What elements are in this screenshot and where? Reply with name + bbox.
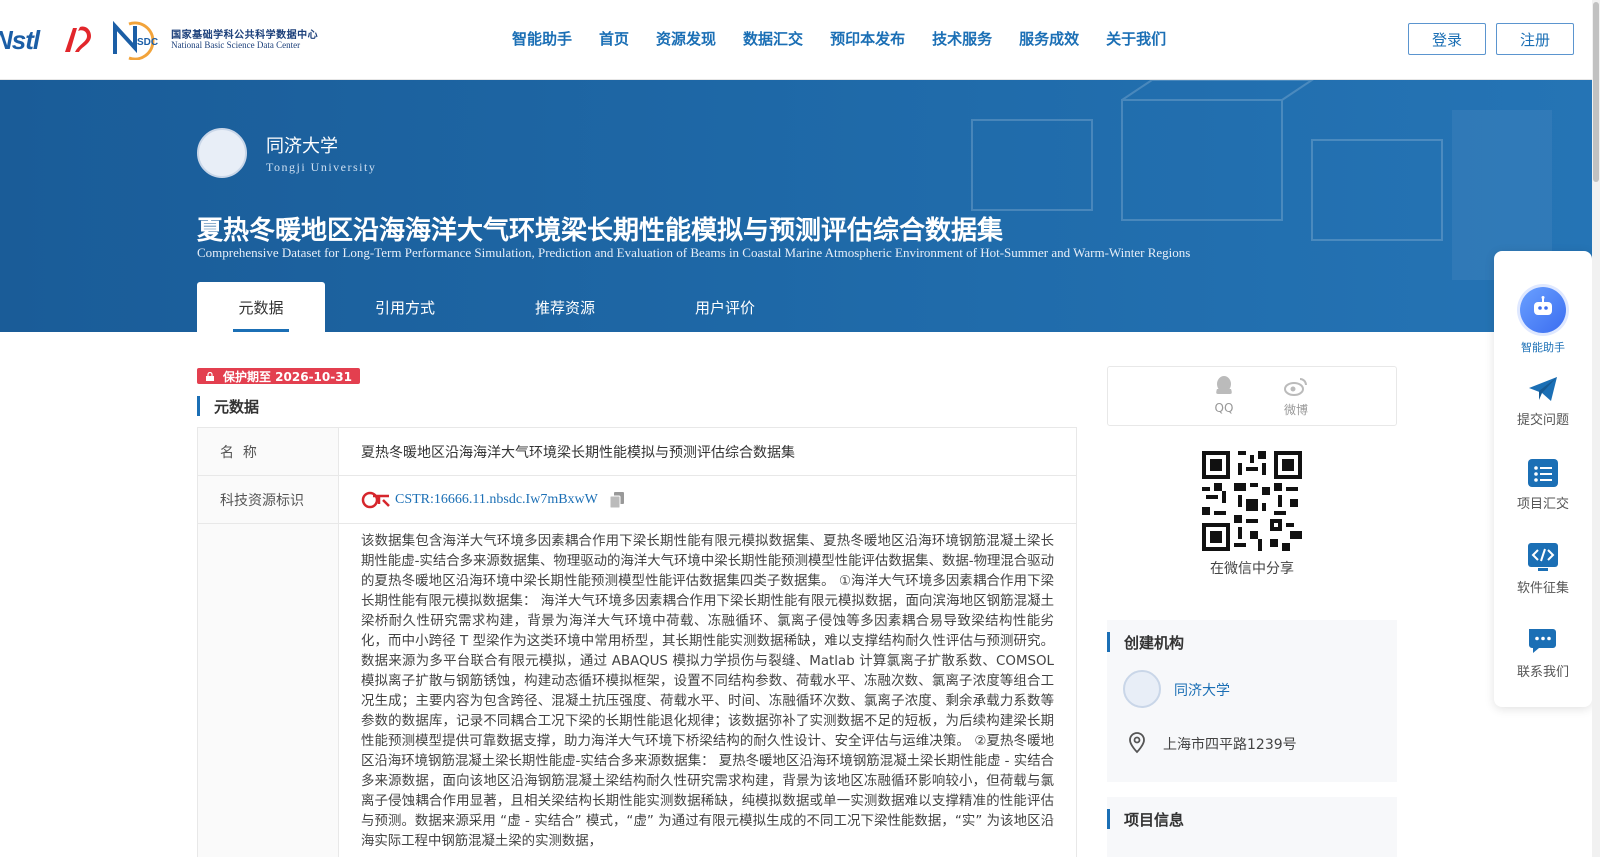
table-row: 科技资源标识 CSTR:16666.11.nbsdc.Iw7mBxwW: [198, 476, 1076, 524]
chat-icon: [1529, 629, 1556, 653]
dataset-title: 夏热冬暖地区沿海海洋大气环境梁长期性能模拟与预测评估综合数据集: [197, 216, 1004, 246]
metadata-section-title: 元数据: [197, 396, 259, 416]
banner-decoration: [971, 80, 1552, 280]
nav-ai-assistant[interactable]: 智能助手: [512, 28, 572, 49]
nsdc-cn-name: 国家基础学科公共科学数据中心: [171, 29, 319, 41]
university-name: 同济大学: [266, 136, 338, 157]
name-key: 名 称: [198, 428, 339, 475]
cstr-logo-icon: [361, 491, 390, 508]
tongji-seal-logo: [197, 128, 247, 178]
main-nav: 智能助手 首页 资源发现 数据汇交 预印本发布 技术服务 服务成效 关于我们: [512, 28, 1193, 49]
org-address: 上海市四平路1239号: [1163, 737, 1297, 753]
share-qq-button[interactable]: QQ: [1204, 375, 1244, 415]
login-button[interactable]: 登录: [1408, 23, 1486, 55]
tab-citation[interactable]: 引用方式: [325, 282, 485, 332]
register-button[interactable]: 注册: [1496, 23, 1574, 55]
creator-org-title: 创建机构: [1107, 632, 1184, 652]
floating-tool-panel: 智能助手 提交问题 项目汇交 软件征集 联系我们: [1494, 251, 1592, 707]
paper-plane-icon: [1529, 377, 1557, 401]
share-box: QQ 微博: [1107, 366, 1397, 426]
share-weibo-label: 微博: [1283, 403, 1308, 417]
list-icon: [1528, 459, 1558, 487]
float-contact-us[interactable]: 联系我们: [1494, 627, 1592, 680]
nav-preprint[interactable]: 预印本发布: [830, 28, 905, 49]
float-project-label: 项目汇交: [1516, 497, 1569, 512]
float-project-submission[interactable]: 项目汇交: [1494, 459, 1592, 512]
share-weibo-button[interactable]: 微博: [1276, 375, 1316, 418]
cstr-link[interactable]: CSTR:16666.11.nbsdc.Iw7mBxwW: [395, 492, 598, 508]
weibo-icon: [1284, 378, 1307, 396]
scrollbar-thumb[interactable]: [1593, 2, 1599, 182]
code-icon: [1528, 543, 1558, 571]
float-software-call[interactable]: 软件征集: [1494, 543, 1592, 596]
nav-home[interactable]: 首页: [599, 28, 629, 49]
nsdc-en-name: National Basic Science Data Center: [171, 39, 301, 50]
top-header: Nstl SDC 国家基础学科公共科学数据中心 National Basic S…: [0, 0, 1600, 80]
wechat-share-caption: 在微信中分享: [1210, 561, 1294, 577]
tab-recommended[interactable]: 推荐资源: [485, 282, 645, 332]
share-qq-label: QQ: [1214, 401, 1234, 415]
logo-group: Nstl SDC 国家基础学科公共科学数据中心 National Basic S…: [0, 18, 318, 62]
project-info-card: 项目信息: [1107, 797, 1397, 857]
red-institution-logo[interactable]: [57, 22, 93, 58]
university-name-en: Tongji University: [266, 160, 377, 174]
cstr-key: 科技资源标识: [198, 476, 339, 523]
robot-icon: [1520, 287, 1566, 333]
protection-period-text: 保护期至 2026-10-31: [223, 369, 352, 384]
tab-reviews[interactable]: 用户评价: [645, 282, 805, 332]
table-row: 名 称 夏热冬暖地区沿海海洋大气环境梁长期性能模拟与预测评估综合数据集: [198, 428, 1076, 476]
description-value: 该数据集包含海洋大气环境多因素耦合作用下梁长期性能有限元模拟数据集、夏热冬暖地区…: [361, 534, 1054, 849]
project-info-title: 项目信息: [1107, 809, 1184, 829]
description-key: [198, 524, 339, 857]
metadata-table: 名 称 夏热冬暖地区沿海海洋大气环境梁长期性能模拟与预测评估综合数据集 科技资源…: [197, 427, 1077, 857]
nav-service-results[interactable]: 服务成效: [1019, 28, 1079, 49]
tab-metadata[interactable]: 元数据: [197, 282, 325, 332]
qq-icon: [1216, 376, 1232, 394]
nsdc-mark-icon: SDC: [113, 20, 158, 60]
nav-resource-discovery[interactable]: 资源发现: [656, 28, 716, 49]
float-contact-label: 联系我们: [1516, 665, 1569, 680]
org-name-link[interactable]: 同济大学: [1174, 680, 1230, 700]
creator-org-card: 创建机构 同济大学 上海市四平路1239号: [1107, 620, 1397, 782]
copy-icon[interactable]: [609, 491, 624, 508]
nav-data-submission[interactable]: 数据汇交: [743, 28, 803, 49]
float-submit-question[interactable]: 提交问题: [1494, 375, 1592, 428]
cstr-value: CSTR:16666.11.nbsdc.Iw7mBxwW: [339, 476, 1076, 523]
dataset-banner: 同济大学 Tongji University 夏热冬暖地区沿海海洋大气环境梁长期…: [0, 80, 1592, 332]
float-ai-label: 智能助手: [1521, 341, 1565, 354]
float-submit-label: 提交问题: [1516, 413, 1569, 428]
dataset-tabs: 元数据 引用方式 推荐资源 用户评价: [197, 282, 805, 332]
location-pin-icon: [1129, 732, 1145, 754]
nstl-logo[interactable]: Nstl: [0, 25, 40, 56]
nsdc-logo[interactable]: SDC 国家基础学科公共科学数据中心 National Basic Scienc…: [109, 20, 318, 60]
nsdc-mark-text: SDC: [137, 37, 158, 48]
wechat-qr-code: [1202, 451, 1302, 551]
float-software-label: 软件征集: [1516, 581, 1569, 596]
nav-tech-service[interactable]: 技术服务: [932, 28, 992, 49]
protection-period-badge: 保护期至 2026-10-31: [197, 368, 360, 384]
nsdc-text: 国家基础学科公共科学数据中心 National Basic Science Da…: [171, 30, 318, 51]
lock-icon: [206, 371, 214, 381]
name-value: 夏热冬暖地区沿海海洋大气环境梁长期性能模拟与预测评估综合数据集: [361, 444, 795, 461]
float-ai-assistant[interactable]: 智能助手: [1494, 287, 1592, 355]
org-seal-logo: [1123, 670, 1161, 708]
table-row: 该数据集包含海洋大气环境多因素耦合作用下梁长期性能有限元模拟数据集、夏热冬暖地区…: [198, 524, 1076, 857]
dataset-title-en: Comprehensive Dataset for Long-Term Perf…: [197, 245, 1191, 260]
nav-about[interactable]: 关于我们: [1106, 28, 1166, 49]
